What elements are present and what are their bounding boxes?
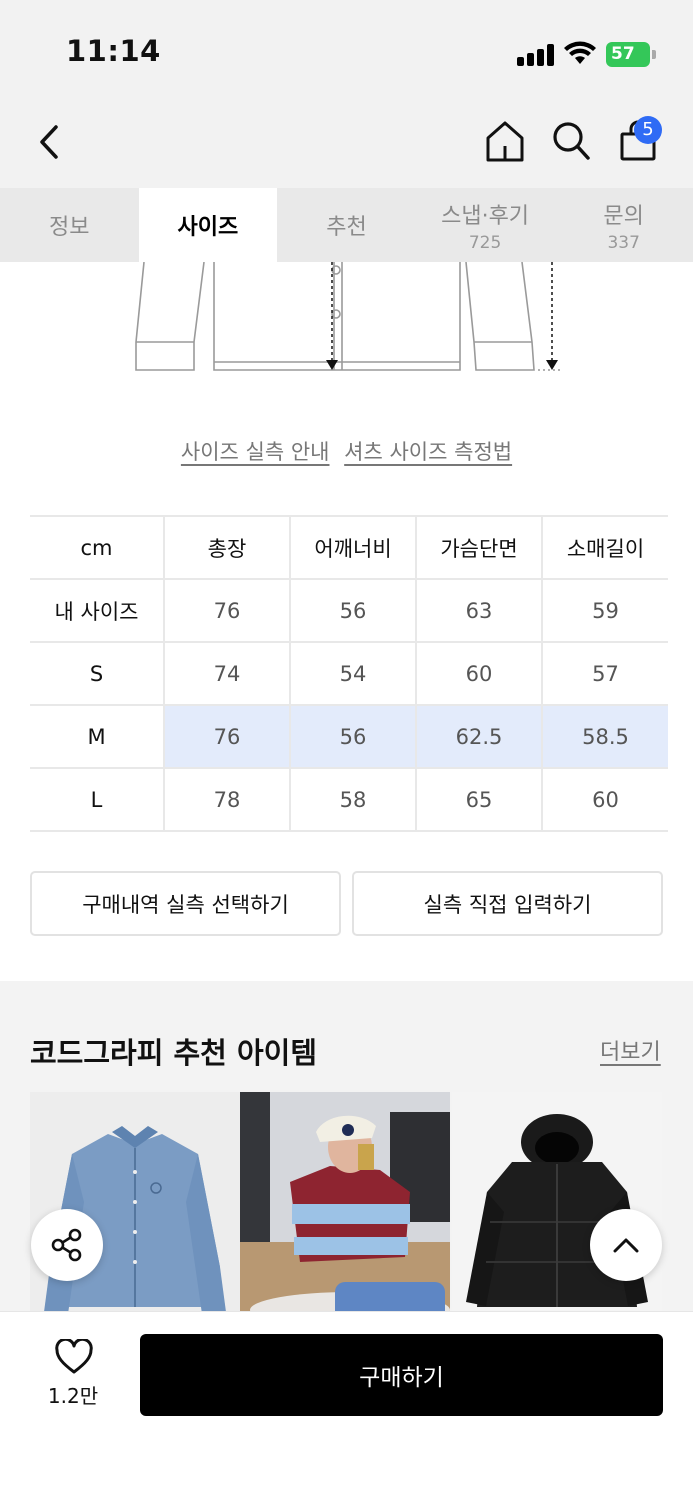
share-icon [51, 1228, 82, 1262]
cellular-signal-icon [517, 44, 555, 66]
table-cell: M [30, 704, 165, 769]
table-cell: 78 [164, 767, 291, 832]
status-bar: 11:14 57 [0, 0, 693, 100]
table-cell: 62.5 [416, 704, 543, 769]
share-button[interactable] [31, 1209, 103, 1281]
buy-button[interactable]: 구매하기 [140, 1334, 663, 1416]
table-header-cell: 총장 [164, 515, 291, 580]
table-cell: 58.5 [542, 704, 668, 769]
chevron-up-icon [613, 1238, 639, 1253]
recommend-title: 코드그라피 추천 아이템 [30, 1036, 317, 1070]
back-arrow-icon[interactable] [36, 120, 68, 164]
table-cell: 내 사이즈 [30, 578, 165, 643]
table-cell: 56 [290, 704, 417, 769]
table-cell: 54 [290, 641, 417, 706]
product-card-denim-shirt[interactable] [30, 1092, 240, 1322]
table-header-cell: 소매길이 [542, 515, 668, 580]
heart-icon[interactable] [54, 1339, 94, 1375]
table-row-my-size: 내 사이즈 76 56 63 59 [30, 578, 668, 643]
table-cell: L [30, 767, 165, 832]
product-card-puffer-coat[interactable] [452, 1092, 662, 1322]
table-row-l: L 78 58 65 60 [30, 767, 668, 832]
tab-label: 추천 [326, 215, 367, 240]
battery-icon: 57 [606, 42, 656, 67]
select-from-purchase-button[interactable]: 구매내역 실측 선택하기 [30, 871, 341, 936]
table-header-cell: 어깨너비 [290, 515, 417, 580]
size-measure-guide-link[interactable]: 사이즈 실측 안내 [181, 440, 330, 464]
table-cell: S [30, 641, 165, 706]
tab-count: 725 [468, 232, 502, 253]
tab-inquiry[interactable]: 문의 337 [554, 188, 693, 262]
manual-input-button[interactable]: 실측 직접 입력하기 [352, 871, 663, 936]
table-row-m: M 76 56 62.5 58.5 [30, 704, 668, 769]
table-cell: 63 [416, 578, 543, 643]
tab-recommend[interactable]: 추천 [277, 188, 416, 262]
like-count: 1.2만 [47, 1384, 99, 1408]
scroll-top-button[interactable] [590, 1209, 662, 1281]
tab-label: 스냅·후기 [441, 203, 530, 229]
size-guide-links: 사이즈 실측 안내 셔츠 사이즈 측정법 [0, 436, 693, 466]
tab-info[interactable]: 정보 [0, 188, 139, 262]
table-cell: 65 [416, 767, 543, 832]
table-cell: 76 [164, 578, 291, 643]
table-cell: 56 [290, 578, 417, 643]
table-cell: 59 [542, 578, 668, 643]
home-icon[interactable] [484, 118, 526, 164]
wifi-icon [564, 41, 596, 64]
table-header-cell: cm [30, 515, 165, 580]
table-cell: 74 [164, 641, 291, 706]
table-cell: 60 [542, 767, 668, 832]
cart-count-badge: 5 [634, 116, 662, 144]
table-cell: 57 [542, 641, 668, 706]
table-cell: 60 [416, 641, 543, 706]
tab-label: 사이즈 [177, 215, 239, 240]
rugby-shirt-photo [240, 1092, 450, 1322]
product-card-rugby-shirt[interactable] [240, 1092, 450, 1322]
denim-shirt-image [44, 1126, 226, 1314]
table-header-row: cm 총장 어깨너비 가슴단면 소매길이 [30, 515, 668, 580]
shirt-measure-guide-link[interactable]: 셔츠 사이즈 측정법 [344, 440, 512, 464]
bottom-purchase-bar: 1.2만 구매하기 [0, 1311, 693, 1500]
table-header-cell: 가슴단면 [416, 515, 543, 580]
tab-snap-review[interactable]: 스냅·후기 725 [416, 188, 555, 262]
table-cell: 58 [290, 767, 417, 832]
search-icon[interactable] [551, 120, 591, 162]
shirt-measurement-illustration [135, 262, 562, 371]
battery-level: 57 [606, 42, 650, 67]
tab-size[interactable]: 사이즈 [138, 188, 278, 262]
top-header [0, 100, 693, 188]
puffer-coat-image [466, 1114, 648, 1307]
tab-label: 정보 [49, 215, 90, 240]
more-link[interactable]: 더보기 [600, 1034, 661, 1066]
status-time: 11:14 [66, 34, 161, 68]
tab-label: 문의 [603, 203, 644, 229]
tab-bar: 정보 사이즈 추천 스냅·후기 725 문의 337 [0, 188, 693, 262]
size-table: cm 총장 어깨너비 가슴단면 소매길이 내 사이즈 76 56 63 59 S… [30, 515, 668, 832]
table-cell: 76 [164, 704, 291, 769]
table-row-s: S 74 54 60 57 [30, 641, 668, 706]
tab-count: 337 [607, 232, 640, 253]
